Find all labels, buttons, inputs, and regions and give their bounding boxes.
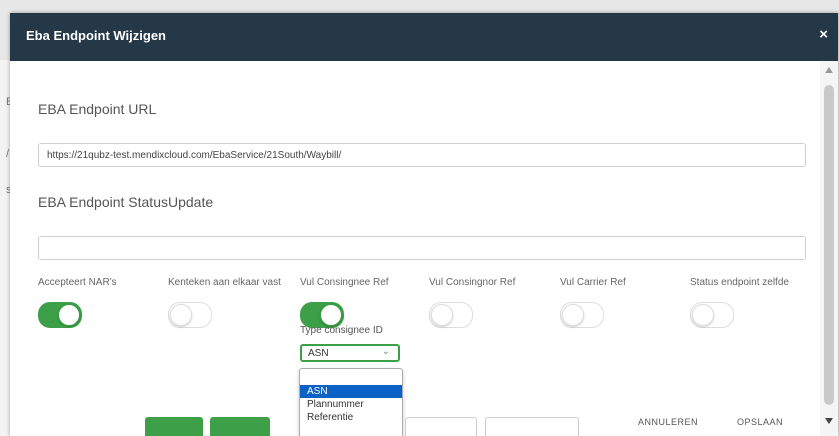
toggle-group-status-endpoint: Status endpoint zelfde — [690, 276, 810, 328]
toggle-label: Vul Consingnee Ref — [300, 277, 389, 288]
toggle-group-carrier-ref: Vul Carrier Ref — [560, 276, 680, 328]
toggle-group-consignor-ref: Vul Consingnor Ref — [429, 276, 549, 328]
toggle-knob — [431, 304, 453, 326]
dropdown-option-referentie[interactable]: Referentie — [300, 411, 402, 424]
dropdown-option-asn[interactable]: ASN — [300, 385, 402, 398]
scrollbar-thumb[interactable] — [824, 85, 834, 405]
toggle-knob — [320, 304, 342, 326]
dialog-title: Eba Endpoint Wijzigen — [26, 28, 166, 43]
toggle-label: Kenteken aan elkaar vast — [168, 277, 281, 288]
toggle-label: Status endpoint zelfde — [690, 277, 789, 288]
toggle-label: Vul Carrier Ref — [560, 277, 626, 288]
carrier-ref-toggle[interactable] — [560, 302, 604, 328]
dropdown-blank-option[interactable] — [300, 369, 402, 385]
footer-button[interactable] — [485, 417, 579, 436]
endpoint-url-label: EBA Endpoint URL — [38, 101, 157, 117]
accepteert-nars-toggle[interactable] — [38, 302, 82, 328]
scrollbar[interactable] — [820, 61, 838, 436]
toggle-label: Vul Consingnor Ref — [429, 277, 516, 288]
toggle-knob — [692, 304, 714, 326]
toggle-group-consignee-ref: Vul Consingnee Ref — [300, 276, 420, 328]
status-update-label: EBA Endpoint StatusUpdate — [38, 194, 214, 210]
endpoint-url-input[interactable] — [38, 143, 806, 167]
type-consignee-dropdown: ASN Plannummer Referentie — [299, 368, 403, 436]
type-consignee-select[interactable]: ASN ⌄ — [300, 344, 400, 362]
kenteken-toggle[interactable] — [168, 302, 212, 328]
edit-endpoint-dialog: Eba Endpoint Wijzigen × EBA Endpoint URL… — [10, 13, 838, 436]
scroll-up-icon[interactable] — [825, 67, 833, 73]
toggle-knob — [170, 304, 192, 326]
background-text: / — [6, 148, 10, 160]
type-consignee-label: Type consignee ID — [300, 325, 383, 336]
status-update-input[interactable] — [38, 236, 806, 260]
consignor-ref-toggle[interactable] — [429, 302, 473, 328]
close-icon[interactable]: × — [819, 26, 828, 43]
scroll-down-icon[interactable] — [825, 418, 833, 424]
save-button[interactable]: OPSLAAN — [737, 417, 783, 427]
toggle-label: Accepteert NAR's — [38, 277, 117, 288]
status-endpoint-toggle[interactable] — [690, 302, 734, 328]
toggle-group-kenteken: Kenteken aan elkaar vast — [168, 276, 288, 328]
chevron-down-icon: ⌄ — [381, 346, 390, 357]
dropdown-option-plannummer[interactable]: Plannummer — [300, 398, 402, 411]
select-value: ASN — [308, 348, 329, 359]
cancel-button[interactable]: ANNULEREN — [638, 417, 698, 427]
toggle-knob — [58, 304, 80, 326]
footer-button[interactable] — [210, 417, 270, 436]
footer-button[interactable] — [145, 417, 203, 436]
toggle-knob — [562, 304, 584, 326]
footer-button[interactable] — [405, 417, 477, 436]
toggle-group-accepteert-nars: Accepteert NAR's — [38, 276, 158, 328]
dialog-header: Eba Endpoint Wijzigen × — [10, 13, 838, 61]
